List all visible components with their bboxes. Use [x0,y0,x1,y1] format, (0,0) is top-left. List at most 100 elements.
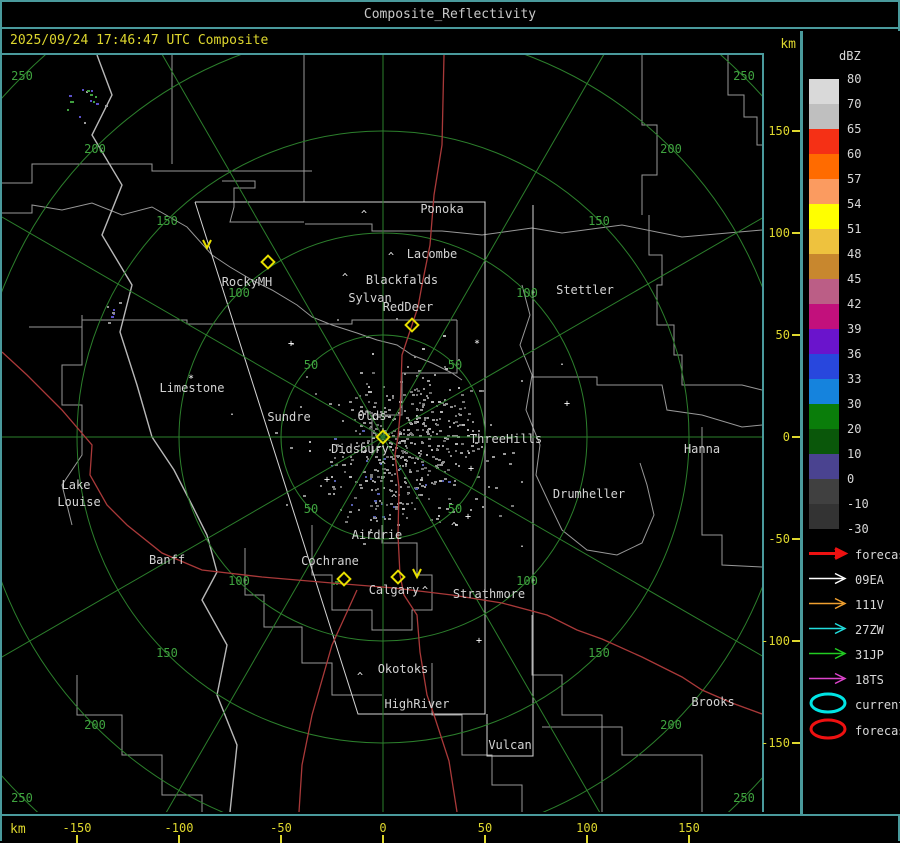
scale-color-block [809,154,839,179]
radar-echo [439,418,441,420]
radar-echo [351,459,354,461]
radar-echo [488,486,490,488]
radar-echo [408,419,410,421]
radar-echo [424,486,426,488]
radar-echo [334,457,336,459]
radar-echo [368,386,370,388]
radar-echo [366,460,368,462]
radar-echo [368,401,370,403]
right-axis-tick-label: -100 [761,634,790,648]
radar-site-icon[interactable] [260,254,276,270]
radar-echo [420,450,422,452]
city-label: Sundre [267,410,311,424]
radar-echo [416,479,418,481]
radar-echo [420,393,422,395]
range-ring-label: 100 [228,574,250,588]
radar-echo [342,456,344,458]
radar-echo [320,485,322,487]
caret-marker: ^ [379,460,387,472]
radar-echo [355,397,358,399]
radar-echo [446,438,449,440]
radar-echo [468,413,471,415]
cross-marker: + [475,635,483,647]
range-ring-label: 150 [156,646,178,660]
bottom-axis-tick-label: -50 [270,821,292,835]
range-ring-label: 250 [11,791,33,805]
radar-echo [406,503,409,505]
bottom-axis-tick-label: -150 [62,821,92,835]
radar-echo [82,89,84,91]
radar-echo [449,389,451,391]
radar-echo [416,470,419,472]
radar-echo [457,425,459,427]
window-title: Composite_Reflectivity [363,7,537,22]
city-label: Strathmore [452,587,526,601]
radar-echo [406,417,409,419]
radar-echo [370,474,373,476]
radar-echo [113,309,115,311]
radar-echo [428,498,430,500]
radar-echo [465,456,467,458]
radar-echo [90,94,93,96]
dot-marker: · [228,409,236,421]
radar-echo [354,497,357,499]
scale-color-block [809,504,839,529]
radar-echo [107,306,109,308]
radar-echo [414,422,417,424]
radar-echo [431,411,434,413]
legend-label: forecast [855,548,900,562]
radar-echo [512,452,515,454]
radar-echo [461,443,464,445]
county-boundary [2,163,312,184]
radar-echo [396,318,398,320]
bottom-axis-unit: km [10,822,26,837]
legend-label: 31JP [855,648,884,662]
range-ring-label: 200 [84,718,106,732]
radar-echo [499,515,502,517]
radar-echo [393,506,395,508]
scale-color-block [809,229,839,254]
radar-echo [421,468,424,470]
caret-marker: ^ [387,251,395,263]
bottom-axis-tick-label: 100 [576,821,598,835]
radar-echo [388,399,391,401]
scale-value-label: 48 [847,247,862,261]
radar-site-icon[interactable] [390,569,406,585]
radar-echo [429,384,431,386]
radar-echo [377,476,380,478]
radar-echo [434,374,436,376]
radar-echo [386,469,389,471]
radar-echo [370,505,373,507]
radar-echo [443,335,446,337]
scale-color-block [809,354,839,379]
radar-echo [419,483,421,485]
radar-echo [373,406,376,408]
radar-echo [365,480,368,482]
radar-echo [400,486,402,488]
radar-echo [438,515,440,517]
range-ring-label: 250 [11,69,33,83]
radar-echo [438,401,441,403]
radar-echo [386,504,388,506]
radar-echo [407,434,410,436]
radar-echo [404,373,406,375]
radar-map-canvas[interactable]: 50 50 50 50 100 100 100 100 150 150 150 150 200 200 20… [2,55,764,812]
scale-color-block [809,329,839,354]
radar-echo [407,366,409,368]
radar-echo [450,455,452,457]
radar-echo [440,464,443,466]
radar-echo [388,472,391,474]
scale-value-label: 51 [847,222,862,236]
radar-echo [455,450,457,452]
radar-echo [359,433,361,435]
right-axis-tick-label: -150 [761,736,790,750]
radar-echo [410,391,413,393]
radar-echo [411,457,414,459]
radar-echo [399,441,401,443]
radar-echo [428,470,431,472]
radar-echo [426,454,428,456]
city-label: Louise [57,495,101,509]
radar-echo [424,417,426,419]
range-ring-label: 150 [588,646,610,660]
radar-echo [431,482,433,484]
